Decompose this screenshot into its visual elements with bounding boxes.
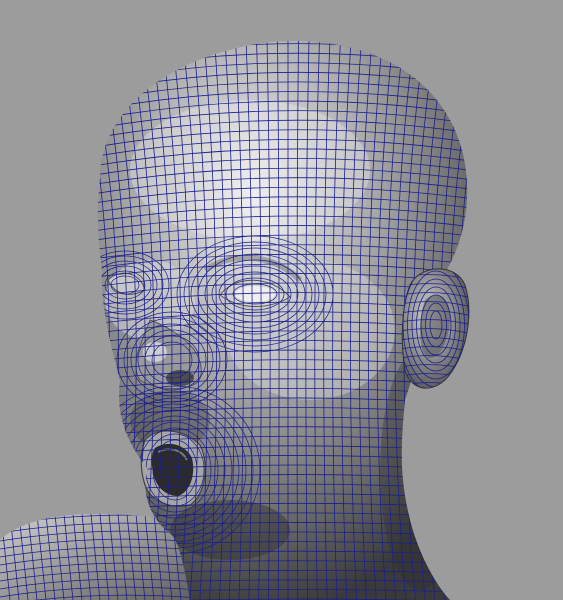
viewport-canvas[interactable] bbox=[0, 0, 563, 600]
3d-viewport[interactable] bbox=[0, 0, 563, 600]
